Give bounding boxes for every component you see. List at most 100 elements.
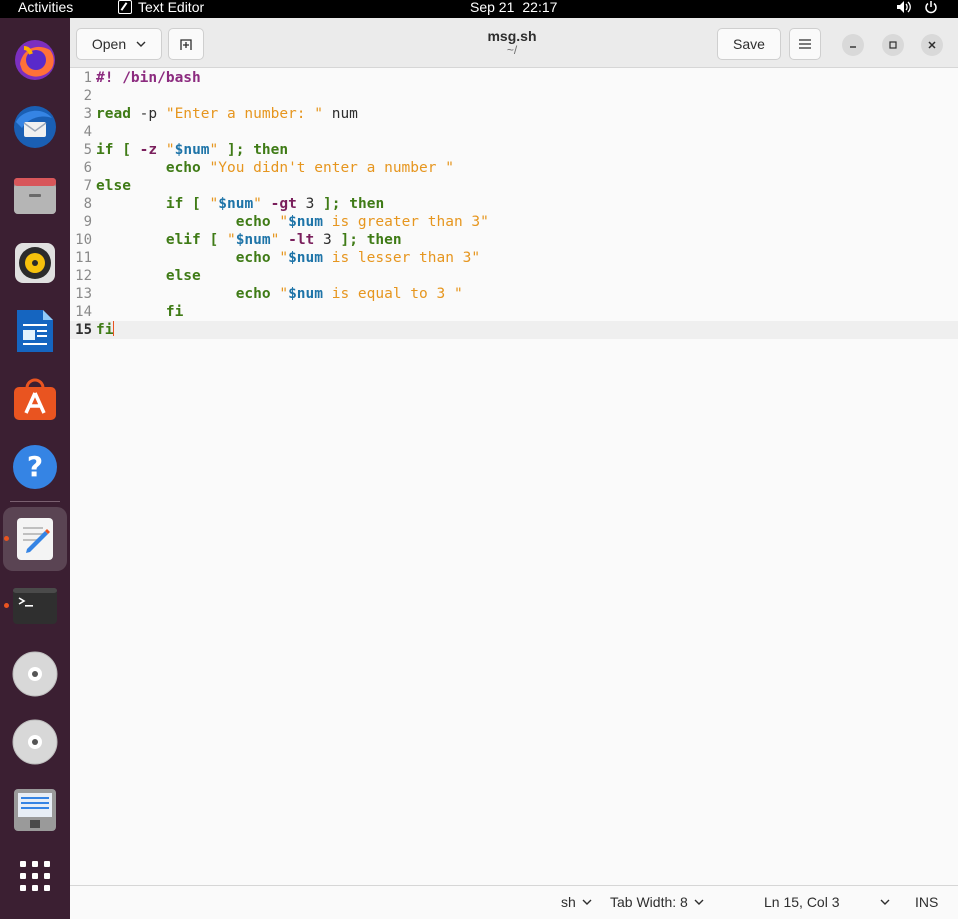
clock-date: Sep 21 (470, 0, 515, 15)
text-editor-icon[interactable] (11, 515, 59, 563)
code-editor[interactable]: 1 #! /bin/bash 2 3 read -p "Enter a number: … (70, 69, 958, 885)
insert-mode-indicator: INS (915, 894, 939, 910)
code-line[interactable]: 7 else (70, 177, 958, 195)
hamburger-menu-icon (799, 39, 811, 49)
svg-text:?: ? (27, 450, 43, 483)
cd-drive-icon[interactable] (11, 718, 59, 766)
app-menu[interactable]: Text Editor (118, 0, 204, 15)
rhythmbox-icon[interactable] (11, 239, 59, 287)
line-number: 12 (75, 268, 92, 284)
open-button[interactable]: Open (76, 28, 162, 60)
libreoffice-writer-icon[interactable] (11, 307, 59, 355)
chevron-down-icon (694, 899, 704, 905)
code-text: read -p "Enter a number: " num (96, 106, 358, 122)
minimize-button[interactable] (842, 34, 864, 56)
line-number: 8 (83, 196, 92, 212)
chevron-down-icon (582, 899, 592, 905)
line-number: 14 (75, 304, 92, 320)
close-icon (928, 41, 936, 49)
line-number: 4 (83, 124, 92, 140)
code-text: echo "$num is lesser than 3" (235, 250, 481, 266)
code-line[interactable]: 5 if [ -z "$num" ]; then (70, 141, 958, 159)
power-icon (925, 1, 937, 14)
code-line[interactable]: 13 echo "$num is equal to 3 " (70, 285, 958, 303)
line-number: 7 (83, 178, 92, 194)
new-tab-icon (180, 39, 192, 50)
system-tray[interactable] (896, 0, 938, 14)
line-number: 15 (75, 322, 92, 338)
line-number: 6 (83, 160, 92, 176)
cursor-position: Ln 15, Col 3 (764, 894, 840, 910)
line-number: 11 (75, 250, 92, 266)
language-selector[interactable]: sh (561, 894, 592, 910)
open-label: Open (91, 36, 127, 52)
status-bar: sh Tab Width: 8 Ln 15, Col 3 INS (70, 885, 958, 919)
chevron-down-icon (136, 41, 146, 47)
show-applications-icon[interactable] (11, 852, 59, 900)
ubuntu-software-icon[interactable] (11, 375, 59, 423)
chevron-down-icon (880, 899, 889, 905)
code-text: echo "You didn't enter a number " (165, 160, 454, 176)
minimize-icon (850, 46, 856, 48)
top-bar: Activities Text Editor Sep 21 22:17 (0, 0, 958, 18)
code-line[interactable]: 9 echo "$num is greater than 3" (70, 213, 958, 231)
window-title: msg.sh ~/ (450, 28, 574, 57)
code-text: fi (165, 304, 184, 320)
line-number: 5 (83, 142, 92, 158)
text-editor-icon (118, 0, 132, 14)
line-number: 1 (83, 70, 92, 86)
code-line[interactable]: 4 (70, 123, 958, 141)
text-cursor (113, 321, 115, 336)
maximize-button[interactable] (882, 34, 904, 56)
code-text: #! /bin/bash (96, 70, 201, 86)
line-number: 10 (75, 232, 92, 248)
code-text: echo "$num is equal to 3 " (235, 286, 463, 302)
cursor-position-selector[interactable]: Ln 15, Col 3 (764, 894, 890, 910)
code-line[interactable]: 14 fi (70, 303, 958, 321)
line-number: 9 (83, 214, 92, 230)
tab-width-label: Tab Width: 8 (610, 894, 688, 910)
volume-icon (897, 1, 911, 13)
code-line[interactable]: 1 #! /bin/bash (70, 69, 958, 87)
code-text: fi (96, 321, 115, 338)
code-text: else (165, 268, 201, 284)
code-line[interactable]: 2 (70, 87, 958, 105)
line-number: 13 (75, 286, 92, 302)
code-line[interactable]: 8 if [ "$num" -gt 3 ]; then (70, 195, 958, 213)
code-line[interactable]: 12 else (70, 267, 958, 285)
text-editor-window: Open msg.sh ~/ Save 1 #! /bin/bash 2 3 read … (70, 18, 958, 919)
save-button[interactable]: Save (717, 28, 781, 60)
new-tab-button[interactable] (168, 28, 204, 60)
code-line[interactable]: 3 read -p "Enter a number: " num (70, 105, 958, 123)
code-line[interactable]: 10 elif [ "$num" -lt 3 ]; then (70, 231, 958, 249)
dock-separator (10, 501, 60, 502)
running-indicator (4, 536, 9, 541)
header-bar: Open msg.sh ~/ Save (70, 18, 958, 68)
code-text: echo "$num is greater than 3" (235, 214, 489, 230)
firefox-icon[interactable] (11, 35, 59, 83)
code-text: if [ "$num" -gt 3 ]; then (165, 196, 385, 212)
file-path: ~/ (506, 43, 518, 57)
help-icon[interactable]: ? (11, 443, 59, 491)
code-line[interactable]: 11 echo "$num is lesser than 3" (70, 249, 958, 267)
line-number: 2 (83, 88, 92, 104)
close-button[interactable] (921, 34, 943, 56)
cd-drive-icon[interactable] (11, 650, 59, 698)
clock-time: 22:17 (522, 0, 558, 15)
maximize-icon (889, 41, 897, 49)
terminal-icon[interactable] (11, 582, 59, 630)
code-line[interactable]: 15 fi (70, 321, 958, 339)
running-indicator (4, 603, 9, 608)
code-line[interactable]: 6 echo "You didn't enter a number " (70, 159, 958, 177)
files-icon[interactable] (11, 171, 59, 219)
disk-icon[interactable] (11, 786, 59, 834)
language-label: sh (561, 894, 576, 910)
code-text: else (96, 178, 131, 194)
clock[interactable]: Sep 21 22:17 (470, 0, 557, 15)
tab-width-selector[interactable]: Tab Width: 8 (610, 894, 704, 910)
main-menu-button[interactable] (789, 28, 821, 60)
thunderbird-icon[interactable] (11, 103, 59, 151)
dock: ? (0, 18, 70, 919)
app-name: Text Editor (138, 0, 205, 15)
activities-button[interactable]: Activities (18, 0, 73, 15)
